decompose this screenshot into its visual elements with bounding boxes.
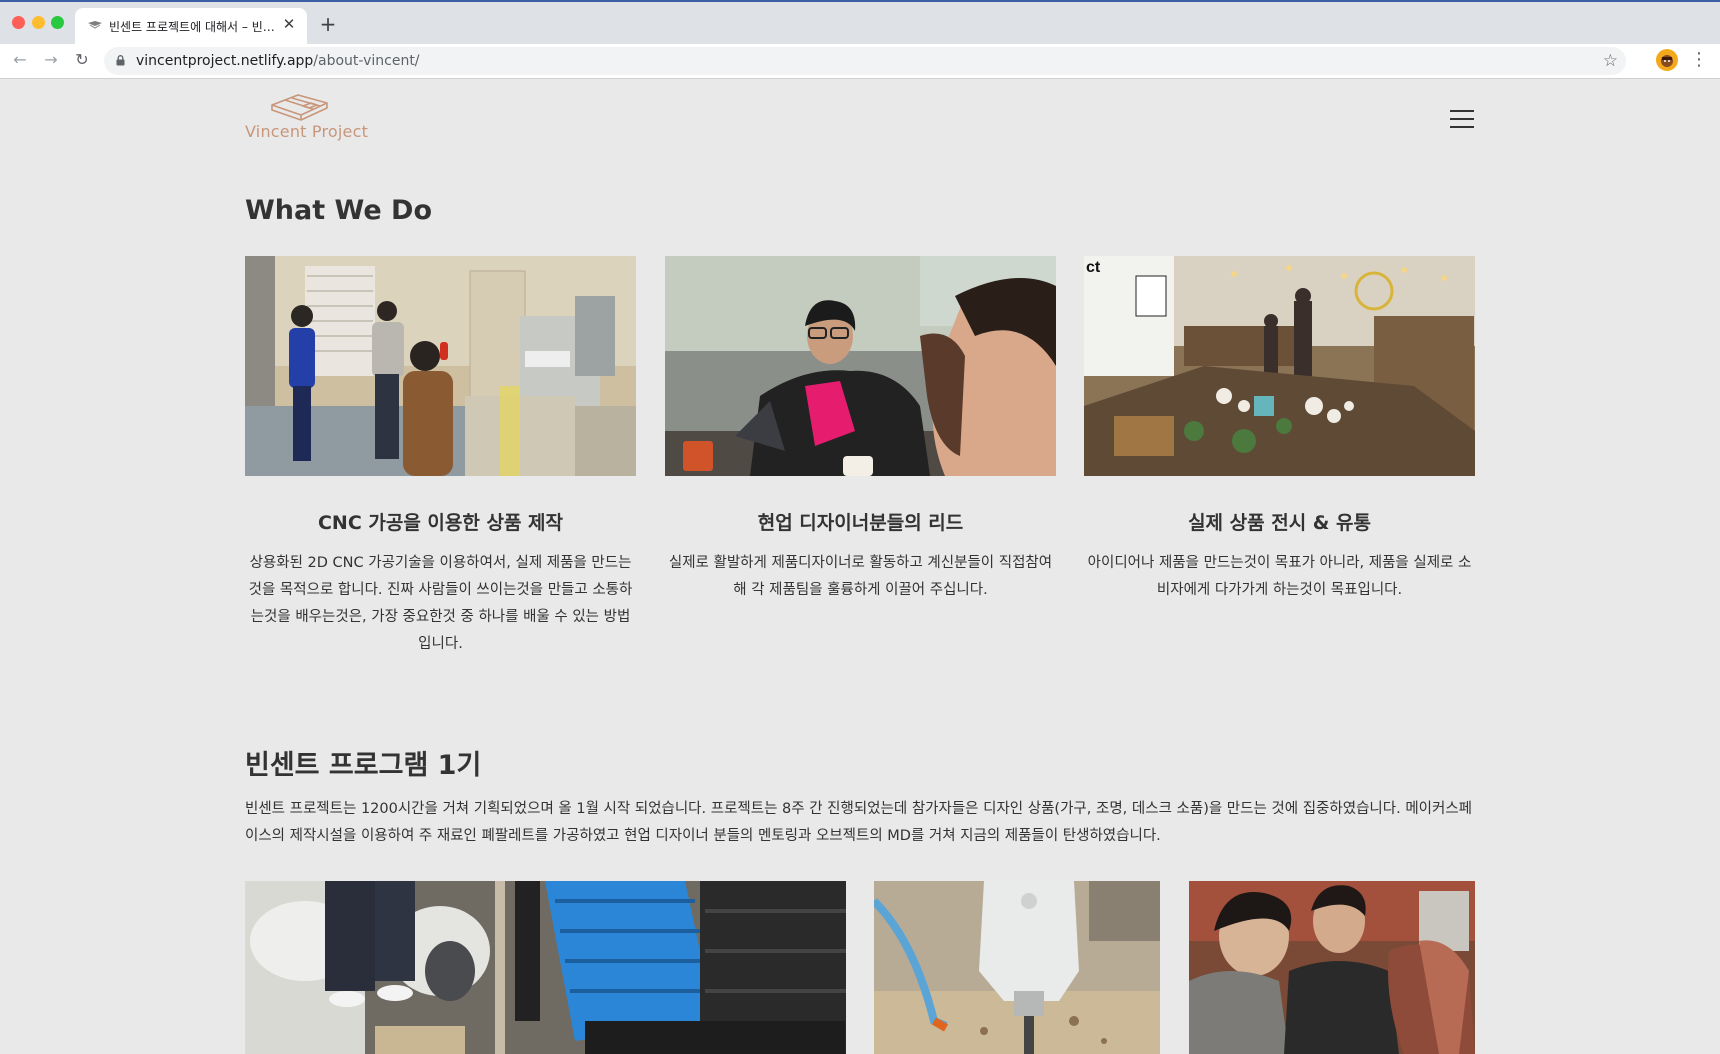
tab-bar: 빈센트 프로젝트에 대해서 – 빈센트 프로젝트 ✕ + [0, 2, 1720, 44]
close-window-button[interactable] [12, 16, 25, 29]
card-text-distribution: 아이디어나 제품을 만드는것이 목표가 아니라, 제품을 실제로 소비자에게 다… [1087, 555, 1472, 598]
back-button[interactable]: ← [9, 49, 31, 71]
hamburger-line [1450, 118, 1474, 120]
gallery-cnc-router-image [874, 881, 1160, 1054]
logo-pallet-icon [271, 94, 328, 121]
gallery-pallets-image [245, 881, 846, 1054]
card-title-designer: 현업 디자이너분들의 리드 [757, 512, 964, 534]
site-logo[interactable]: Vincent Project [245, 91, 369, 143]
bookmark-star-icon[interactable]: ☆ [1603, 50, 1618, 72]
tab-close-icon[interactable]: ✕ [279, 14, 299, 34]
browser-toolbar: ← → ↻ vincentproject.netlify.app/about-v… [0, 44, 1720, 79]
designer-lead-image [665, 256, 1056, 476]
url-path: /about-vincent/ [313, 53, 420, 69]
browser-chrome: 빈센트 프로젝트에 대해서 – 빈센트 프로젝트 ✕ + ← → ↻ vince… [0, 0, 1720, 79]
lock-icon [116, 55, 125, 66]
card-text-designer: 실제로 활발하게 제품디자이너로 활동하고 계신분들이 직접참여해 각 제품팀을… [668, 555, 1053, 598]
site-favicon-icon [88, 21, 102, 29]
shop-display-image: ct [1084, 256, 1475, 476]
tab-title: 빈센트 프로젝트에 대해서 – 빈센트 프로젝트 [109, 20, 277, 34]
logo-text: Vincent Project [245, 122, 369, 141]
url-text[interactable]: vincentproject.netlify.app/about-vincent… [136, 53, 420, 69]
card-title-distribution: 실제 상품 전시 & 유통 [1188, 512, 1371, 534]
reload-button[interactable]: ↻ [71, 49, 93, 71]
url-host: vincentproject.netlify.app [136, 53, 314, 69]
what-we-do-heading: What We Do [245, 195, 433, 226]
maximize-window-button[interactable] [51, 16, 64, 29]
program-heading: 빈센트 프로그램 1기 [245, 750, 482, 781]
browser-menu-icon[interactable]: ⋮ [1690, 49, 1708, 71]
program-description: 빈센트 프로젝트는 1200시간을 거쳐 기획되었으며 올 1월 시작 되었습니… [245, 801, 1473, 844]
address-bar[interactable]: vincentproject.netlify.app/about-vincent… [104, 47, 1626, 75]
page-content: Vincent Project What We Do ct CNC 가공을 이용… [0, 77, 1720, 1054]
profile-avatar[interactable] [1656, 49, 1678, 71]
gallery-team-image [1189, 881, 1475, 1054]
cnc-workshop-image [245, 256, 636, 476]
card-title-cnc: CNC 가공을 이용한 상품 제작 [317, 512, 564, 534]
card-text-cnc: 상용화된 2D CNC 가공기술을 이용하여서, 실제 제품을 만드는 것을 목… [248, 555, 633, 652]
forward-button[interactable]: → [40, 49, 62, 71]
svg-text:ct: ct [1086, 259, 1101, 276]
profile-face-icon [1661, 55, 1673, 67]
minimize-window-button[interactable] [32, 16, 45, 29]
browser-tab[interactable]: 빈센트 프로젝트에 대해서 – 빈센트 프로젝트 ✕ [75, 8, 307, 44]
new-tab-button[interactable]: + [316, 12, 340, 36]
menu-hamburger-icon[interactable] [1450, 110, 1474, 128]
hamburger-line [1450, 110, 1474, 112]
hamburger-line [1450, 126, 1474, 128]
